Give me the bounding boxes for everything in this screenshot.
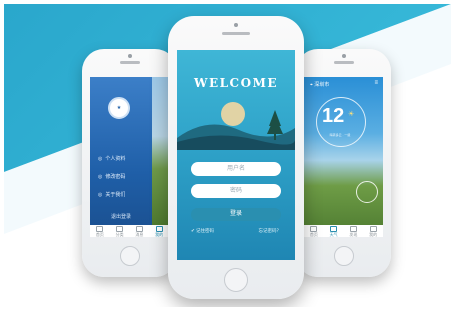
menu-item-about[interactable]: ◎ 关于我们 [98,191,126,199]
temperature: 12 [322,105,345,127]
menu-item-password[interactable]: ◎ 修改密码 [98,173,126,181]
promo-scene: ★ ◎个人资料 ◎修改密码 ◎关于我们 退出登录 首页 分类 消息 我的 [4,4,451,307]
location-icon: ⌖ [310,82,313,88]
home-button[interactable] [224,268,248,292]
login-button[interactable]: 登录 [191,208,281,221]
home-button[interactable] [334,246,354,266]
tab-me[interactable]: 我的 [369,225,377,237]
speaker [222,32,250,35]
landscape-strip [152,77,169,225]
avatar[interactable]: ★ [108,97,130,119]
menu-item-profile[interactable]: ◎ 个人资料 [98,155,126,163]
tab-home[interactable]: 首页 [310,225,318,237]
welcome-title: WELCOME [194,76,278,90]
username-field[interactable]: 用户名 [191,162,281,176]
tab-discover[interactable]: 发现 [349,225,357,237]
camera-icon [342,54,346,58]
menu-icon[interactable]: ≡ [374,80,378,86]
speaker [120,61,140,64]
weather-condition: 晴转多云 · 一级 [329,133,351,137]
speaker [334,61,354,64]
tab-messages[interactable]: 消息 [135,225,143,237]
forgot-password-link[interactable]: 忘记密码？ [259,228,282,234]
camera-icon [234,23,238,27]
logout-button[interactable]: 退出登录 [90,213,152,220]
password-field[interactable]: 密码 [191,184,281,198]
left-screen: ★ ◎ 个人资料 ◎ 修改密码 ◎ 关于我们 退出登录 首页 分类 消息 我的 [90,77,169,237]
check-icon: ✔ [191,228,195,233]
city-label: 深圳市 [314,82,330,88]
remember-password-checkbox[interactable]: ✔ 记住密码 [191,228,214,234]
info-icon: ◎ [98,191,103,198]
landscape-illustration [177,102,295,150]
lock-icon: ◎ [98,173,103,180]
city-header[interactable]: ⌖ 深圳市 [310,81,329,88]
tab-bar: 首页 天气 发现 我的 [304,225,383,237]
tab-category[interactable]: 分类 [116,225,124,237]
menu-label: 修改密码 [105,174,126,180]
tab-bar: 首页 分类 消息 我的 [90,225,169,237]
right-phone: ⌖ 深圳市 ≡ 12 ☀ 晴转多云 · 一级 首页 天气 发现 我的 [296,49,391,277]
camera-icon [128,54,132,58]
center-phone: WELCOME 用户名 密码 登录 ✔ 记住密码 忘记密码？ [168,16,304,299]
tab-me[interactable]: 我的 [155,225,163,237]
home-button[interactable] [120,246,140,266]
menu-label: 关于我们 [105,192,126,198]
user-icon: ◎ [98,155,103,162]
tab-weather[interactable]: 天气 [330,225,338,237]
left-phone: ★ ◎ 个人资料 ◎ 修改密码 ◎ 关于我们 退出登录 首页 分类 消息 我的 [82,49,177,277]
tab-home[interactable]: 首页 [96,225,104,237]
menu-label: 个人资料 [105,156,126,162]
remember-label: 记住密码 [196,228,215,233]
sun-icon: ☀ [348,111,355,118]
progress-ring [356,181,378,203]
center-screen: WELCOME 用户名 密码 登录 ✔ 记住密码 忘记密码？ [177,50,295,260]
right-screen: ⌖ 深圳市 ≡ 12 ☀ 晴转多云 · 一级 首页 天气 发现 我的 [304,77,383,237]
